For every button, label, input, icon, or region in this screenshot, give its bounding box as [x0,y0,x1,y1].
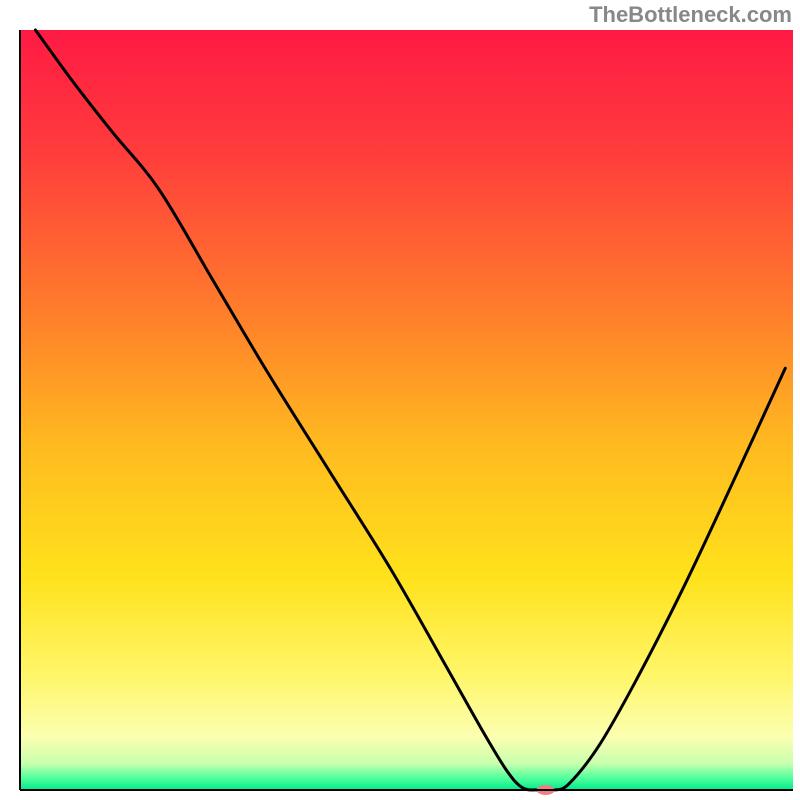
bottleneck-chart [0,0,800,800]
watermark-text: TheBottleneck.com [589,2,792,28]
chart-background-gradient [20,30,793,790]
chart-container: TheBottleneck.com [0,0,800,800]
